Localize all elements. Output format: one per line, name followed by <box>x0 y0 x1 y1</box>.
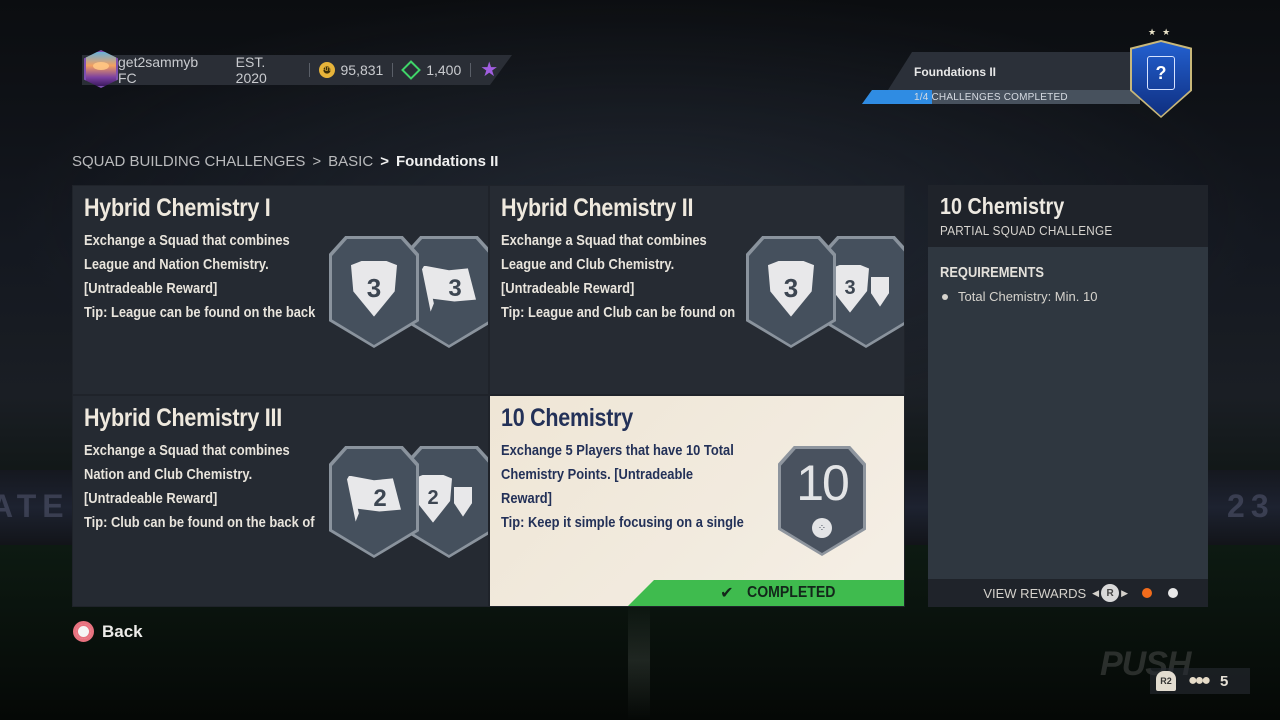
total-chemistry-badge: 10 ⁘ <box>778 446 866 556</box>
r-button-icon: R <box>1101 584 1120 602</box>
friends-indicator[interactable]: R2 ●●● 5 <box>1150 668 1250 694</box>
set-title: Foundations II <box>914 65 996 79</box>
coins-value: 95,831 <box>340 62 384 78</box>
breadcrumb-item-sbc[interactable]: SQUAD BUILDING CHALLENGES <box>72 153 305 170</box>
challenge-grid: Hybrid Chemistry I Exchange a Squad that… <box>72 185 905 607</box>
challenge-title: Hybrid Chemistry I <box>84 194 271 222</box>
coins-icon: FUT <box>319 62 335 78</box>
challenge-title: Hybrid Chemistry II <box>501 194 694 222</box>
set-progress-bar: 1/4 CHALLENGES COMPLETED <box>862 90 1140 104</box>
challenge-description: Exchange 5 Players that have 10 Total Ch… <box>501 439 744 535</box>
description-line: Exchange a Squad that combines <box>84 442 290 459</box>
description-line: Tip: League can be found on the back <box>84 304 316 321</box>
description-line: Reward] <box>501 490 552 507</box>
page-indicator-1[interactable] <box>1142 588 1152 598</box>
challenge-description: Exchange a Squad that combines Nation an… <box>84 439 325 535</box>
requirements-heading: REQUIREMENTS <box>940 264 1044 281</box>
description-line: Nation and Club Chemistry. <box>84 466 253 483</box>
r-stick-button[interactable]: ◀ R ▶ <box>1092 584 1128 602</box>
back-button[interactable]: Back <box>73 621 143 642</box>
page-indicator-2[interactable] <box>1168 588 1178 598</box>
breadcrumb-current: Foundations II <box>395 153 499 170</box>
chemistry-ball-icon: ⁘ <box>812 518 832 538</box>
description-line: [Untradeable Reward] <box>84 490 218 507</box>
requirement-text: Total Chemistry: Min. 10 <box>958 289 1098 304</box>
description-line: Tip: Keep it simple focusing on a single <box>501 514 744 531</box>
challenge-description: Exchange a Squad that combines League an… <box>501 229 742 325</box>
season-star-icon: ★ <box>480 59 499 81</box>
set-progress-text: 1/4 CHALLENGES COMPLETED <box>914 92 1068 103</box>
divider <box>309 63 310 77</box>
challenge-tile-10-chemistry[interactable]: 10 Chemistry Exchange 5 Players that hav… <box>489 395 905 607</box>
circle-button-icon <box>73 621 94 642</box>
club-established: EST. 2020 <box>235 54 267 86</box>
challenge-description: Exchange a Squad that combines League an… <box>84 229 325 325</box>
detail-title: 10 Chemistry <box>940 193 1065 219</box>
friends-count: 5 <box>1220 672 1229 690</box>
set-progress: Foundations II 1/4 CHALLENGES COMPLETED <box>860 52 1140 104</box>
mystery-reward-icon: ? <box>1147 56 1175 90</box>
flag-icon: 2 <box>347 475 401 522</box>
back-label: Back <box>102 621 143 641</box>
flag-icon: 3 <box>422 265 476 312</box>
description-line: Exchange 5 Players that have 10 Total <box>501 442 734 459</box>
challenge-title: 10 Chemistry <box>501 404 633 432</box>
league-chemistry-badge: 3 <box>746 236 836 348</box>
description-line: Exchange a Squad that combines <box>501 232 707 249</box>
breadcrumb-item-basic[interactable]: BASIC <box>328 153 373 170</box>
chemistry-badges: 3 3 <box>329 236 488 348</box>
breadcrumb-separator-icon: > <box>312 153 322 170</box>
challenge-detail-panel: 10 Chemistry PARTIAL SQUAD CHALLENGE REQ… <box>928 185 1208 607</box>
arrow-right-icon: ▶ <box>1121 587 1128 598</box>
description-line: Chemistry Points. [Untradeable <box>501 466 694 483</box>
divider <box>392 63 393 77</box>
points-icon <box>401 60 421 80</box>
league-shield-icon: 3 <box>351 260 397 317</box>
challenge-tile-hybrid-chemistry-3[interactable]: Hybrid Chemistry III Exchange a Squad th… <box>72 395 489 607</box>
bullet-icon <box>942 293 948 300</box>
chemistry-value: 10 <box>796 455 850 511</box>
club-shield-side-icon <box>871 276 889 307</box>
divider <box>470 63 471 77</box>
breadcrumb: SQUAD BUILDING CHALLENGES > BASIC > Foun… <box>72 153 498 170</box>
set-stars-icon: ★★ <box>1148 27 1177 37</box>
challenge-tile-hybrid-chemistry-2[interactable]: Hybrid Chemistry II Exchange a Squad tha… <box>489 185 905 395</box>
club-name: get2sammyb FC <box>118 54 199 86</box>
r2-button-icon: R2 <box>1156 671 1176 691</box>
pitch-line <box>628 600 650 720</box>
description-line: Tip: League and Club can be found on <box>501 304 736 321</box>
club-info-bar: get2sammyb FC EST. 2020 FUT 95,831 1,400… <box>82 55 512 85</box>
detail-subtitle: PARTIAL SQUAD CHALLENGE <box>940 223 1113 238</box>
league-shield-icon: 3 <box>768 260 814 317</box>
description-line: [Untradeable Reward] <box>84 280 218 297</box>
season-level-value: 5 <box>504 62 512 78</box>
description-line: [Untradeable Reward] <box>501 280 635 297</box>
requirement-item: Total Chemistry: Min. 10 <box>942 289 1194 304</box>
nation-chemistry-badge: 2 <box>329 446 419 558</box>
completed-status-badge: ✔ COMPLETED <box>628 580 904 606</box>
detail-header: 10 Chemistry PARTIAL SQUAD CHALLENGE <box>928 185 1208 247</box>
league-chemistry-badge: 3 <box>329 236 419 348</box>
breadcrumb-separator-icon: > <box>380 153 389 170</box>
description-line: League and Nation Chemistry. <box>84 256 269 273</box>
chemistry-badges: 3 3 <box>746 236 904 348</box>
friends-icon: ●●● <box>1188 672 1211 689</box>
arrow-left-icon: ◀ <box>1092 587 1100 598</box>
detail-footer: VIEW REWARDS ◀ R ▶ <box>928 579 1208 607</box>
description-line: Exchange a Squad that combines <box>84 232 290 249</box>
checkmark-icon: ✔ <box>720 585 734 602</box>
club-shield-side-icon <box>454 486 472 517</box>
challenge-title: Hybrid Chemistry III <box>84 404 282 432</box>
description-line: Tip: Club can be found on the back of <box>84 514 315 531</box>
challenge-tile-hybrid-chemistry-1[interactable]: Hybrid Chemistry I Exchange a Squad that… <box>72 185 489 395</box>
completed-label: COMPLETED <box>747 584 836 601</box>
view-rewards-label[interactable]: VIEW REWARDS <box>983 586 1086 601</box>
chemistry-badges: 2 2 <box>329 446 488 558</box>
description-line: League and Club Chemistry. <box>501 256 675 273</box>
points-value: 1,400 <box>426 62 462 78</box>
